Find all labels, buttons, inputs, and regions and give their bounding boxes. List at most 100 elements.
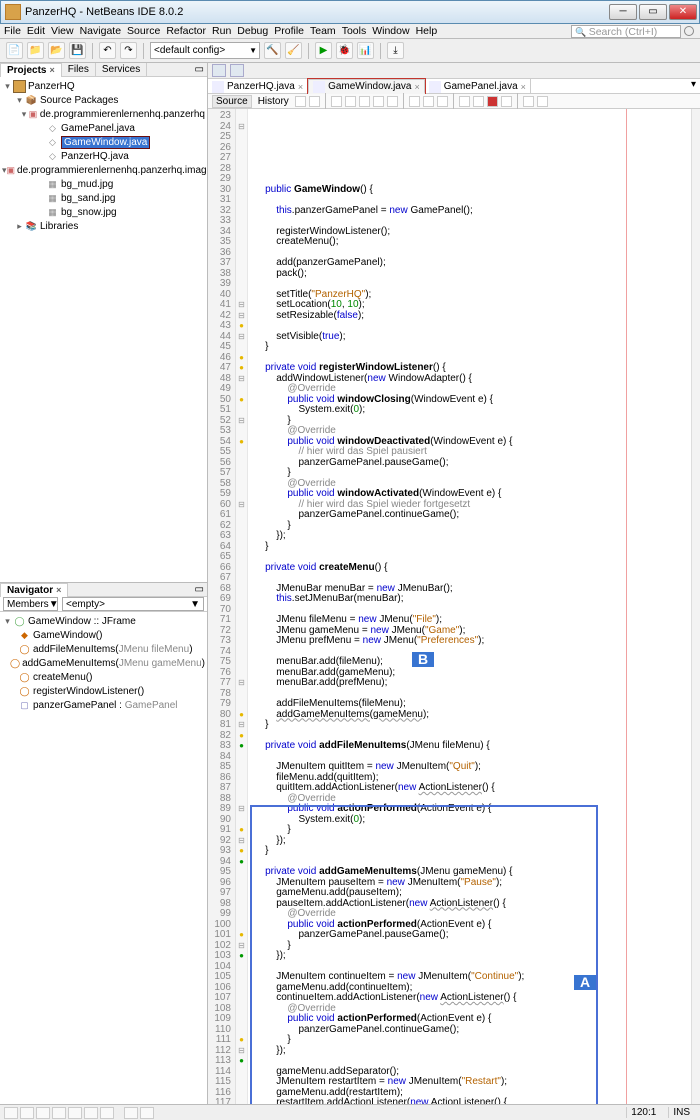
ed-back-icon[interactable] xyxy=(295,96,306,107)
tab-gamepanel[interactable]: GamePanel.java× xyxy=(425,79,531,93)
tab-navigator[interactable]: Navigator× xyxy=(0,583,68,597)
tab-list-icon[interactable]: ▾ xyxy=(687,79,700,93)
menu-window[interactable]: Window xyxy=(372,25,409,37)
tree-source-packages[interactable]: Source Packages xyxy=(40,95,118,106)
menu-run[interactable]: Run xyxy=(212,25,231,37)
subtab-source[interactable]: Source xyxy=(212,95,252,108)
menu-debug[interactable]: Debug xyxy=(237,25,268,37)
start-page-icon[interactable] xyxy=(212,64,226,77)
tree-img-mud[interactable]: bg_mud.jpg xyxy=(61,179,113,190)
close-button[interactable]: ✕ xyxy=(669,4,697,20)
ed-find-prev-icon[interactable] xyxy=(359,96,370,107)
nav-class[interactable]: GameWindow :: JFrame xyxy=(28,616,136,627)
run-icon[interactable]: ▶ xyxy=(315,42,332,59)
ed-macro-start-icon[interactable] xyxy=(487,96,498,107)
config-combo[interactable]: <default config>▼ xyxy=(150,42,260,59)
nav-field[interactable]: panzerGamePanel : GamePanel xyxy=(33,700,178,711)
global-search[interactable]: 🔍 Search (Ctrl+I) xyxy=(571,25,681,38)
tree-file-gamewindow[interactable]: GameWindow.java xyxy=(61,136,150,149)
members-filter-combo[interactable]: <empty>▼ xyxy=(62,597,204,611)
ed-shift-left-icon[interactable] xyxy=(459,96,470,107)
step-icon[interactable]: ⤓ xyxy=(387,42,404,59)
debug-icon[interactable]: 🐞 xyxy=(336,42,353,59)
new-project-icon[interactable]: 📁 xyxy=(27,42,44,59)
line-number-gutter[interactable]: 2324252627282930313233343536373839404142… xyxy=(208,109,236,1104)
build-icon[interactable]: 🔨 xyxy=(264,42,281,59)
projects-tree[interactable]: ▾PanzerHQ ▾📦Source Packages ▾▣de.program… xyxy=(0,77,207,583)
ed-next-bm-icon[interactable] xyxy=(437,96,448,107)
sb-icon-3[interactable] xyxy=(36,1107,50,1119)
ed-shift-right-icon[interactable] xyxy=(473,96,484,107)
new-file-icon[interactable]: 📄 xyxy=(6,42,23,59)
clean-build-icon[interactable]: 🧹 xyxy=(285,42,302,59)
tree-img-snow[interactable]: bg_snow.jpg xyxy=(61,207,117,218)
status-position: 120:1 xyxy=(626,1107,660,1118)
close-tab-icon[interactable]: × xyxy=(414,82,419,92)
menu-navigate[interactable]: Navigate xyxy=(80,25,121,37)
tab-panzerhq[interactable]: PanzerHQ.java× xyxy=(208,79,308,93)
start-page-icon-2[interactable] xyxy=(230,64,244,77)
sb-icon-9[interactable] xyxy=(140,1107,154,1119)
nav-registerwindow[interactable]: registerWindowListener() xyxy=(33,686,144,697)
tab-services[interactable]: Services xyxy=(96,63,147,76)
tab-files[interactable]: Files xyxy=(62,63,96,76)
ed-find-next-icon[interactable] xyxy=(373,96,384,107)
editor-error-stripe[interactable] xyxy=(691,109,700,1104)
sb-icon-4[interactable] xyxy=(52,1107,66,1119)
nav-addgame[interactable]: addGameMenuItems(JMenu gameMenu) xyxy=(22,658,205,669)
tree-libraries[interactable]: Libraries xyxy=(40,221,78,232)
ed-prev-bm-icon[interactable] xyxy=(423,96,434,107)
editor-glyph-margin[interactable]: ⊟ ⊟⊟●⊟ ●●⊟ ● ⊟ ● ⊟ ⊟ ●⊟●● ⊟ ●⊟●● ●⊟● ●⊟● xyxy=(236,109,248,1104)
sb-icon-6[interactable] xyxy=(84,1107,98,1119)
notification-icon[interactable] xyxy=(684,26,694,36)
ed-last-edit-icon[interactable] xyxy=(331,96,342,107)
ed-toggle-hl-icon[interactable] xyxy=(387,96,398,107)
nav-addfile[interactable]: addFileMenuItems(JMenu fileMenu) xyxy=(33,644,193,655)
menu-profile[interactable]: Profile xyxy=(274,25,304,37)
tree-file-panzerhq[interactable]: PanzerHQ.java xyxy=(61,151,129,162)
close-tab-icon[interactable]: × xyxy=(521,82,526,92)
menu-source[interactable]: Source xyxy=(127,25,160,37)
tab-gamewindow[interactable]: GameWindow.java× xyxy=(308,79,425,94)
ed-bookmark-icon[interactable] xyxy=(409,96,420,107)
tree-package-images[interactable]: de.programmierenlernenhq.panzerhq.images xyxy=(17,165,207,176)
minimize-navigator-icon[interactable]: ▭ xyxy=(195,584,204,595)
close-tab-icon[interactable]: × xyxy=(298,82,303,92)
code-editor[interactable]: 2324252627282930313233343536373839404142… xyxy=(208,109,700,1104)
tree-project[interactable]: PanzerHQ xyxy=(28,81,75,92)
status-ins[interactable]: INS xyxy=(668,1107,694,1118)
subtab-history[interactable]: History xyxy=(255,96,292,107)
tree-file-gamepanel[interactable]: GamePanel.java xyxy=(61,123,135,134)
menu-tools[interactable]: Tools xyxy=(342,25,367,37)
tree-package-main[interactable]: de.programmierenlernenhq.panzerhq xyxy=(40,109,205,120)
members-combo[interactable]: Members▼ xyxy=(3,597,58,611)
minimize-button[interactable]: ─ xyxy=(609,4,637,20)
minimize-panel-icon[interactable]: ▭ xyxy=(195,64,204,75)
menu-file[interactable]: File xyxy=(4,25,21,37)
menu-view[interactable]: View xyxy=(51,25,74,37)
menu-team[interactable]: Team xyxy=(310,25,336,37)
sb-icon-5[interactable] xyxy=(68,1107,82,1119)
nav-createmenu[interactable]: createMenu() xyxy=(33,672,92,683)
ed-macro-stop-icon[interactable] xyxy=(501,96,512,107)
redo-icon[interactable]: ↷ xyxy=(120,42,137,59)
tab-projects[interactable]: Projects× xyxy=(0,63,62,77)
menu-edit[interactable]: Edit xyxy=(27,25,45,37)
menu-refactor[interactable]: Refactor xyxy=(166,25,206,37)
open-project-icon[interactable]: 📂 xyxy=(48,42,65,59)
ed-find-sel-icon[interactable] xyxy=(345,96,356,107)
menu-help[interactable]: Help xyxy=(416,25,438,37)
sb-icon-8[interactable] xyxy=(124,1107,138,1119)
save-all-icon[interactable]: 💾 xyxy=(69,42,86,59)
maximize-button[interactable]: ▭ xyxy=(639,4,667,20)
ed-uncomment-icon[interactable] xyxy=(537,96,548,107)
sb-icon-2[interactable] xyxy=(20,1107,34,1119)
undo-icon[interactable]: ↶ xyxy=(99,42,116,59)
profile-icon[interactable]: 📊 xyxy=(357,42,374,59)
ed-comment-icon[interactable] xyxy=(523,96,534,107)
sb-icon-1[interactable] xyxy=(4,1107,18,1119)
nav-ctor[interactable]: GameWindow() xyxy=(33,630,102,641)
tree-img-sand[interactable]: bg_sand.jpg xyxy=(61,193,116,204)
ed-fwd-icon[interactable] xyxy=(309,96,320,107)
sb-icon-7[interactable] xyxy=(100,1107,114,1119)
